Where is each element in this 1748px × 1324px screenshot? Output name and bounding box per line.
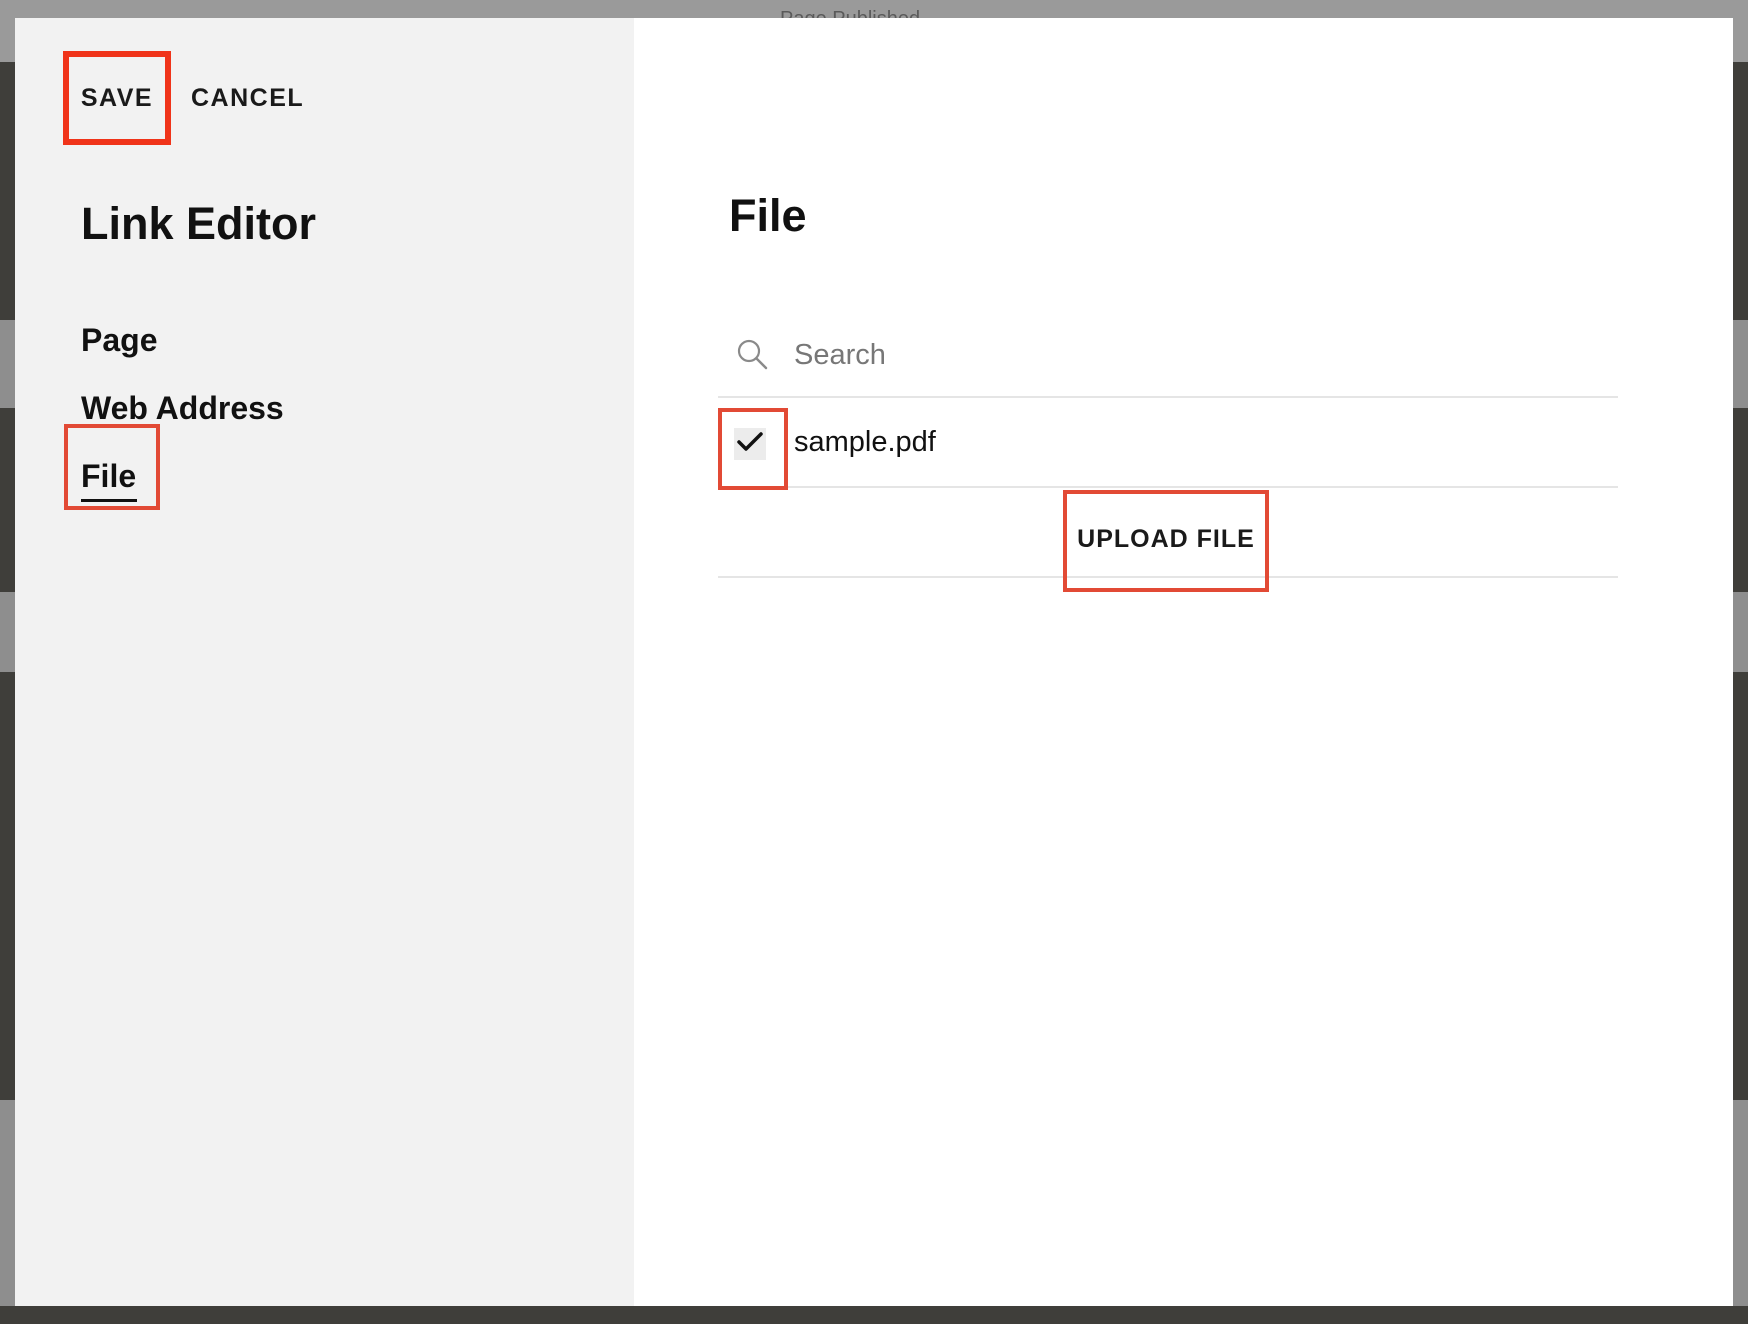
check-icon [736,430,764,459]
sidebar-item-page[interactable]: Page [81,322,157,359]
sidebar-item-file[interactable]: File [81,458,136,495]
backdrop-footer [0,1306,1748,1324]
search-icon [736,338,768,370]
search-bar [718,320,1618,398]
link-editor-modal: SAVE CANCEL Link Editor Page Web Address… [15,18,1733,1306]
search-input[interactable] [794,332,1594,378]
save-button[interactable]: SAVE [63,51,171,145]
cancel-button[interactable]: CANCEL [191,54,304,142]
sidebar: SAVE CANCEL Link Editor Page Web Address… [15,18,634,1306]
file-checkbox[interactable] [734,428,766,460]
upload-row: UPLOAD FILE [718,490,1618,592]
file-name: sample.pdf [794,426,936,458]
sidebar-item-web-address[interactable]: Web Address [81,390,284,427]
active-item-underline [81,499,137,502]
upload-file-button[interactable]: UPLOAD FILE [1063,490,1269,592]
file-list-item[interactable]: sample.pdf [718,400,1618,490]
sidebar-title: Link Editor [81,198,316,249]
page-title: File [729,190,807,241]
